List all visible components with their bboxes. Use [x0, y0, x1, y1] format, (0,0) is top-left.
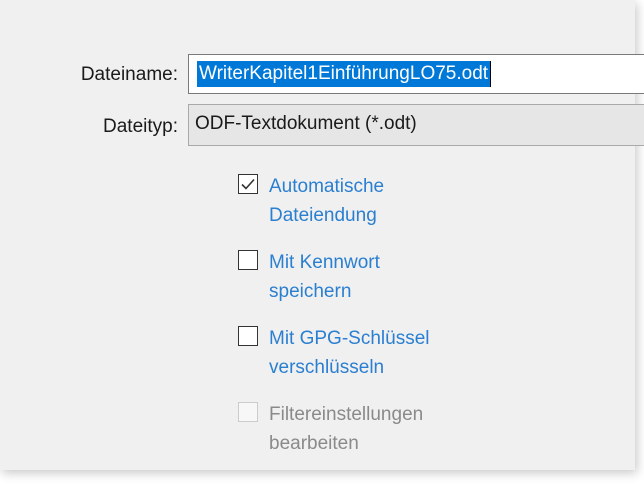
save-dialog: Dateiname: WriterKapitel1EinführungLO75.…	[0, 0, 644, 470]
encrypt-gpg-label[interactable]: Mit GPG-Schlüssel verschlüsseln	[269, 324, 429, 382]
filetype-value: ODF-Textdokument (*.odt)	[195, 113, 417, 134]
save-with-password-checkbox[interactable]	[238, 250, 258, 270]
save-with-password-label[interactable]: Mit Kennwort speichern	[269, 248, 380, 306]
edit-filter-label-line1: Filtereinstellungen	[269, 404, 424, 425]
screenshot-frame: Dateiname: WriterKapitel1EinführungLO75.…	[0, 0, 644, 485]
edit-filter-checkbox	[238, 402, 258, 422]
edit-filter-label: Filtereinstellungen bearbeiten	[269, 400, 423, 458]
filetype-select[interactable]: ODF-Textdokument (*.odt)	[188, 104, 644, 146]
auto-extension-checkbox[interactable]	[238, 174, 258, 194]
encrypt-gpg-checkbox[interactable]	[238, 326, 258, 346]
auto-extension-label[interactable]: Automatische Dateiendung	[269, 172, 384, 230]
encrypt-gpg-label-line1: Mit GPG-Schlüssel	[269, 328, 430, 349]
filename-value: WriterKapitel1EinführungLO75.odt	[199, 63, 489, 84]
filename-label: Dateiname:	[80, 64, 178, 85]
auto-extension-label-line1: Automatische	[269, 176, 385, 197]
auto-extension-label-line2: Dateiendung	[269, 205, 377, 226]
text-caret	[490, 61, 491, 87]
edit-filter-label-line2: bearbeiten	[269, 433, 359, 454]
save-with-password-label-line2: speichern	[269, 281, 352, 302]
filetype-label: Dateityp:	[103, 116, 178, 137]
filename-selected-text: WriterKapitel1EinführungLO75.odt	[197, 61, 491, 87]
encrypt-gpg-label-line2: verschlüsseln	[269, 357, 385, 378]
save-with-password-label-line1: Mit Kennwort	[269, 252, 380, 273]
filename-input[interactable]: WriterKapitel1EinführungLO75.odt	[188, 54, 644, 94]
checkmark-icon	[241, 178, 255, 190]
